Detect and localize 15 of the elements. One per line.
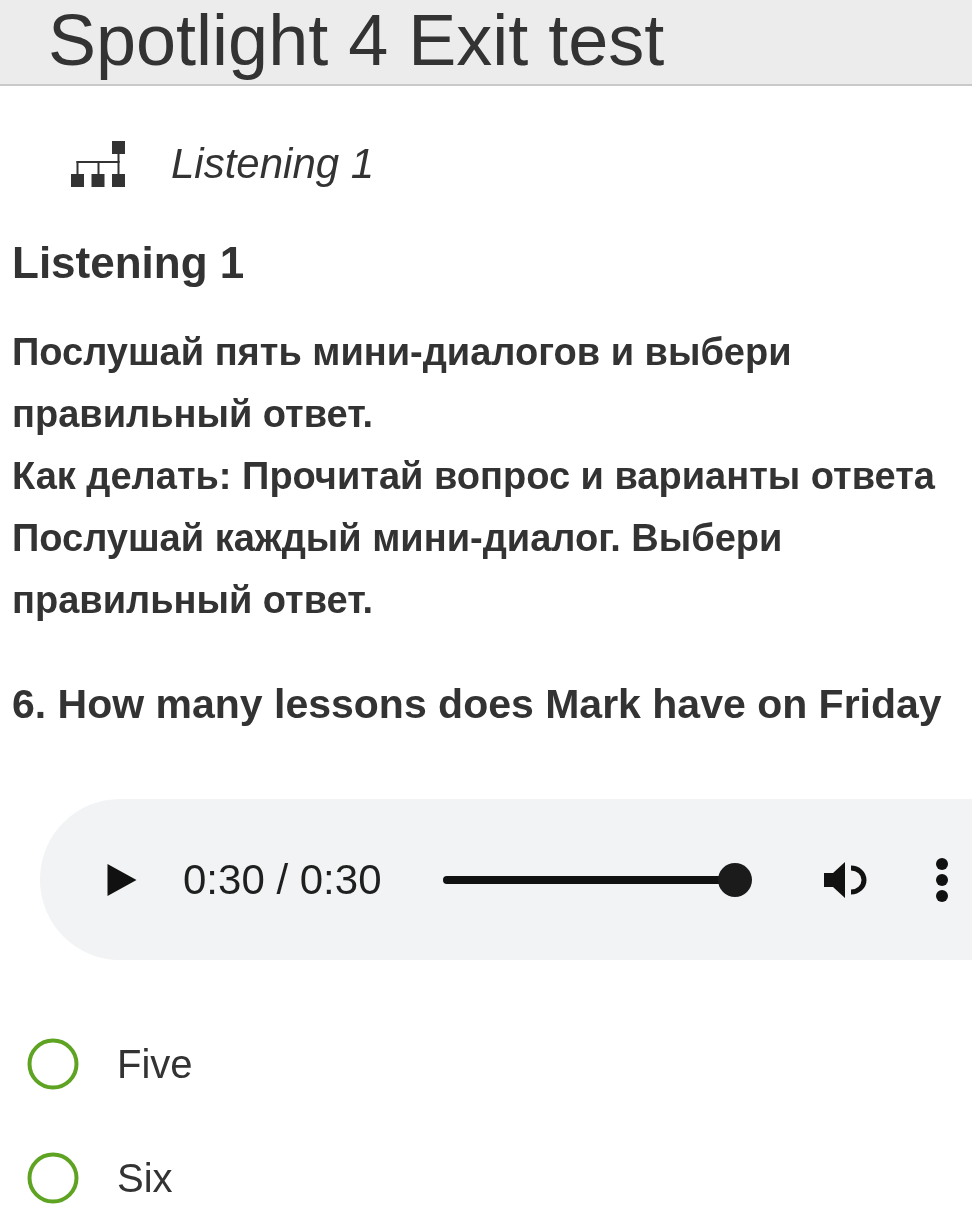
instruction-text: Как делать: Прочитай вопрос и варианты ответа Послушай каждый мини-диалог. Выбери правильный ответ. [12,454,936,623]
question-text: 6. How many lessons does Mark have on Friday [12,680,942,729]
slider-thumb[interactable] [717,862,752,897]
instruction-text: Послушай пять мини-диалогов и выбери правильный ответ. [12,330,793,437]
radio-icon[interactable] [27,1152,79,1204]
answer-option[interactable]: Five [27,1034,193,1094]
section-breadcrumb: Listening 1 [171,140,375,188]
time-display: 0:30 / 0:30 [183,855,382,904]
page-title: Spotlight 4 Exit test [48,0,665,80]
section-heading: Listening 1 [11,238,245,288]
hierarchy-icon [71,141,125,187]
radio-icon[interactable] [27,1038,79,1090]
more-options-button[interactable] [933,857,950,902]
answer-option[interactable]: Six [27,1148,173,1208]
more-icon [933,857,950,902]
